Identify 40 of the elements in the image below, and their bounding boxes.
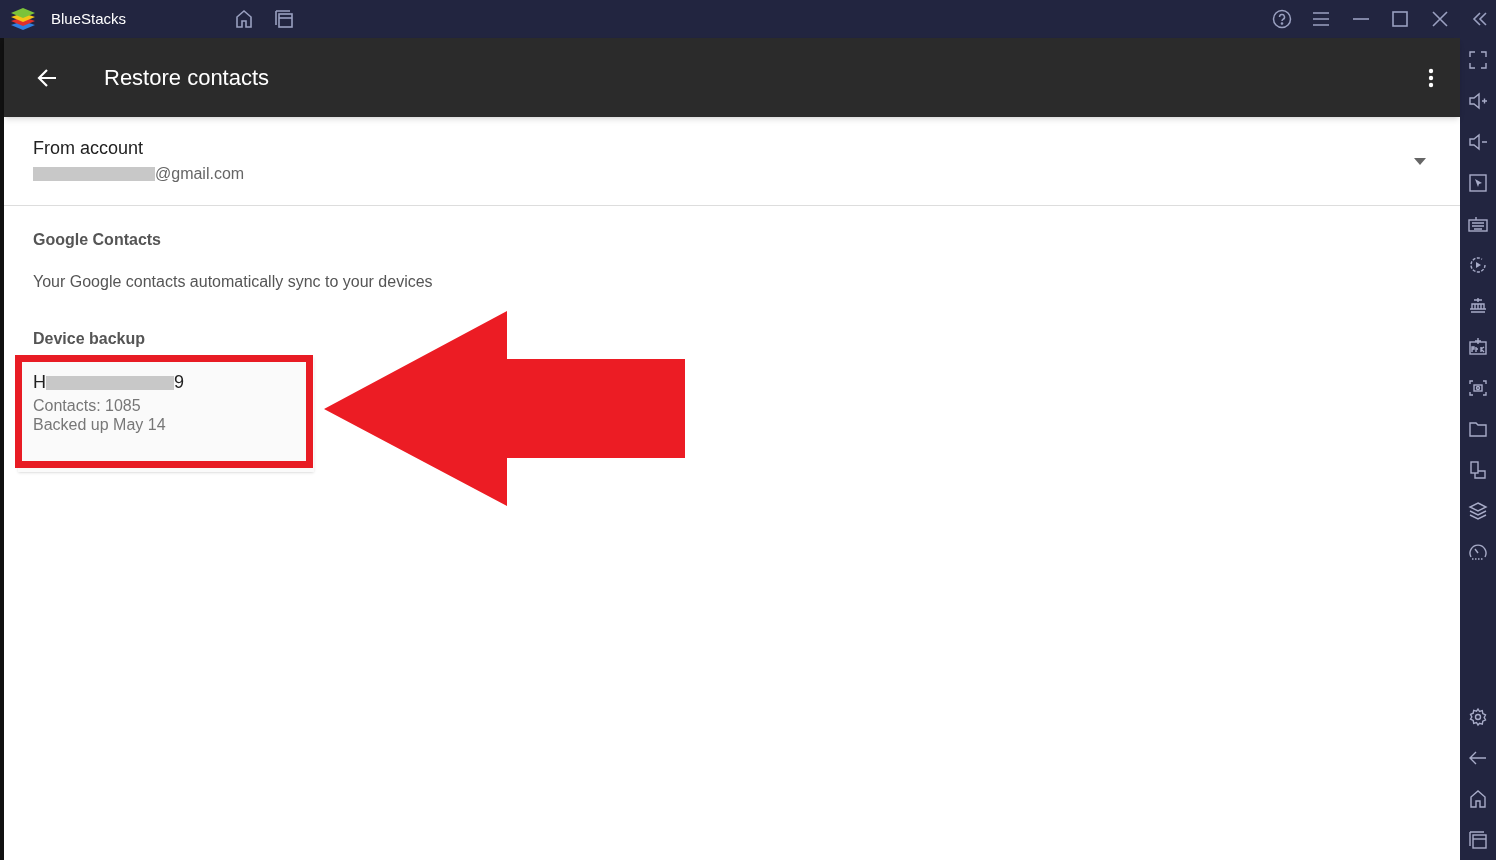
window-title: BlueStacks [51, 8, 127, 29]
apk-icon[interactable] [1468, 337, 1488, 357]
dropdown-caret-icon [1414, 157, 1426, 165]
replay-icon[interactable] [1468, 255, 1488, 275]
volume-down-icon[interactable] [1468, 132, 1488, 152]
help-icon[interactable] [1272, 9, 1292, 29]
recent-apps-icon[interactable] [1468, 830, 1488, 850]
macro-icon[interactable] [1468, 296, 1488, 316]
maximize-icon[interactable] [1392, 11, 1408, 27]
account-selector[interactable]: From account @gmail.com [4, 117, 1460, 206]
minimize-icon[interactable] [1352, 17, 1370, 21]
cursor-icon[interactable] [1468, 173, 1488, 193]
section-heading: Device backup [33, 329, 147, 349]
home-icon[interactable] [234, 9, 255, 29]
app-logo [10, 7, 36, 31]
backup-date: Backed up May 14 [33, 415, 167, 434]
settings-icon[interactable] [1468, 707, 1488, 727]
screenshot-icon[interactable] [1468, 378, 1488, 398]
more-options-icon[interactable] [1428, 67, 1434, 88]
layers-icon[interactable] [1468, 501, 1488, 521]
keyboard-icon[interactable] [1468, 214, 1488, 234]
multi-instance-icon[interactable] [1468, 460, 1488, 480]
home-icon[interactable] [1468, 789, 1488, 809]
fullscreen-icon[interactable] [1468, 50, 1488, 70]
account-label: From account [33, 137, 145, 160]
screen-title: Restore contacts [104, 64, 270, 92]
device-name: 9 [174, 371, 184, 394]
section-heading: Google Contacts [33, 230, 162, 250]
device-name: H [33, 371, 46, 394]
gauge-icon[interactable] [1468, 542, 1488, 562]
contacts-count: Contacts: 1085 [33, 396, 142, 415]
account-email: @gmail.com [155, 164, 245, 184]
section-description: Your Google contacts automatically sync to your devices [33, 272, 434, 292]
menu-icon[interactable] [1312, 11, 1330, 27]
back-arrow-icon[interactable] [37, 67, 57, 88]
close-icon[interactable] [1432, 11, 1448, 27]
recent-apps-icon[interactable] [274, 9, 295, 29]
collapse-icon[interactable] [1472, 12, 1488, 26]
folder-icon[interactable] [1468, 419, 1488, 439]
volume-up-icon[interactable] [1468, 91, 1488, 111]
